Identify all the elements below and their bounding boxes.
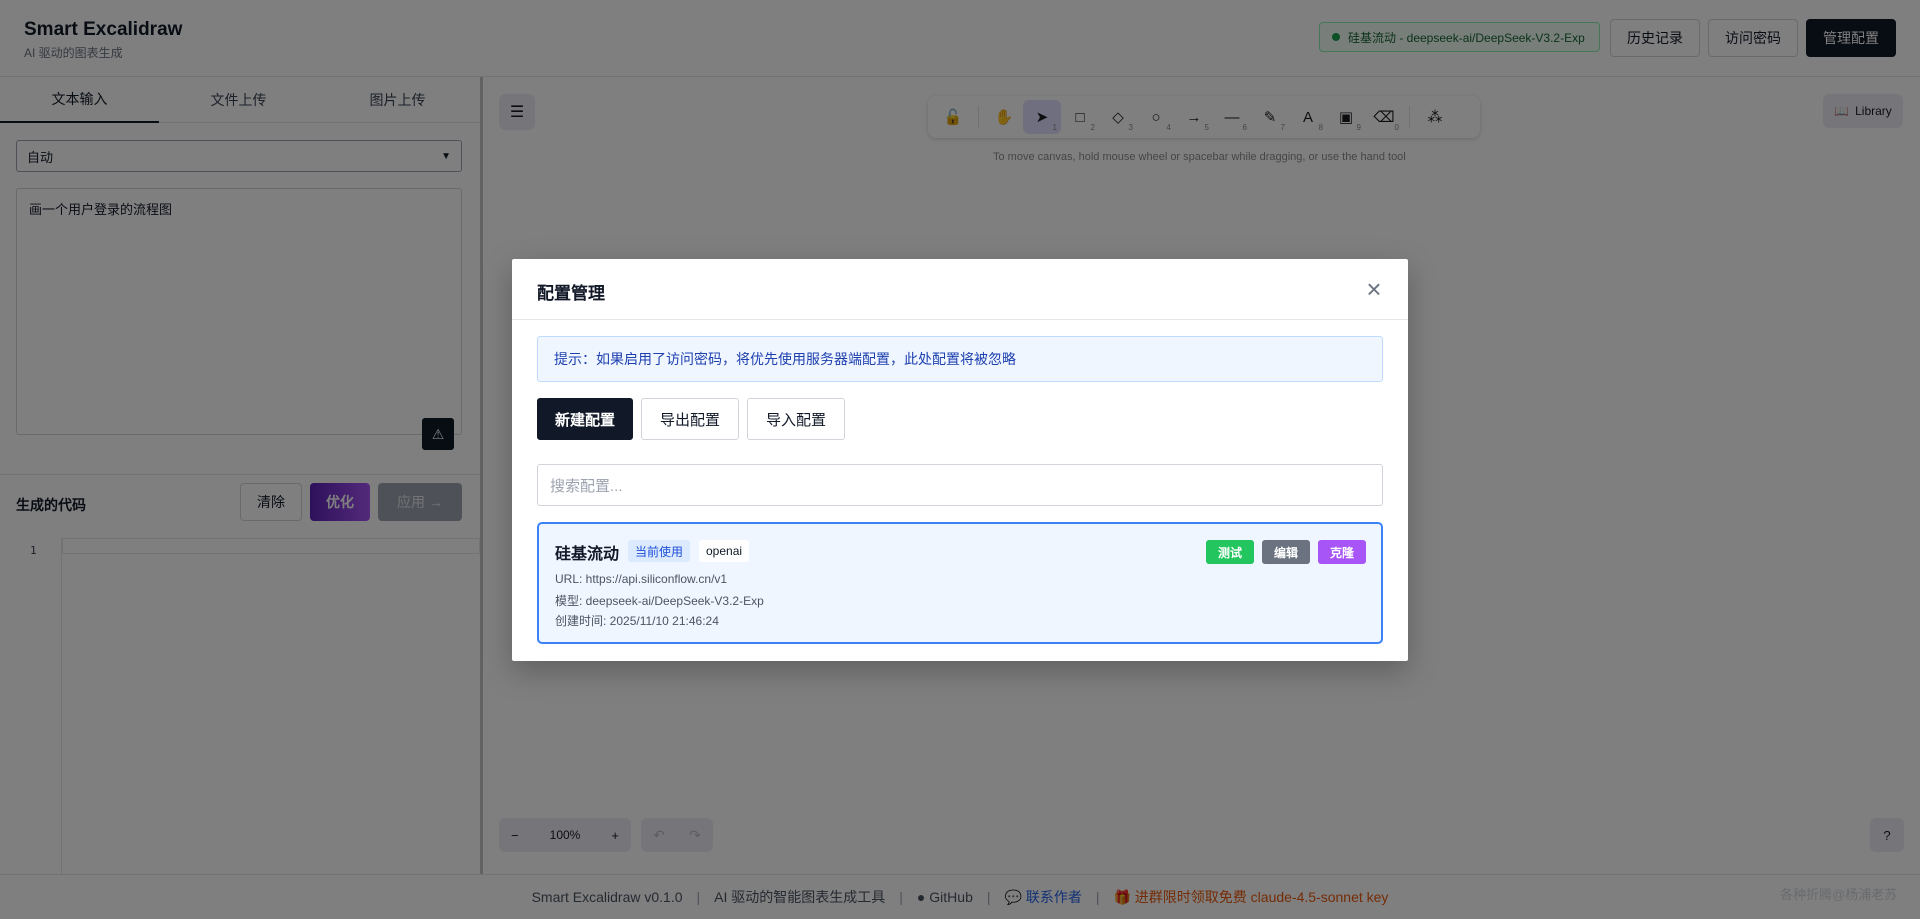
config-model: 模型: deepseek-ai/DeepSeek-V3.2-Exp xyxy=(555,594,764,608)
modal-header: 配置管理 × xyxy=(512,259,1408,320)
new-config-button[interactable]: 新建配置 xyxy=(537,398,633,440)
modal-title: 配置管理 xyxy=(537,284,605,303)
close-icon[interactable]: × xyxy=(1358,273,1390,305)
config-manager-modal: 配置管理 × 提示：如果启用了访问密码，将优先使用服务器端配置，此处配置将被忽略… xyxy=(512,259,1408,661)
config-card[interactable]: 硅基流动 当前使用 openai URL: https://api.silico… xyxy=(537,522,1383,644)
current-badge: 当前使用 xyxy=(628,540,691,562)
info-notice: 提示：如果启用了访问密码，将优先使用服务器端配置，此处配置将被忽略 xyxy=(537,336,1383,382)
clone-button[interactable]: 克隆 xyxy=(1318,540,1366,564)
test-button[interactable]: 测试 xyxy=(1206,540,1254,564)
config-search-input[interactable]: 搜索配置... xyxy=(537,464,1383,506)
provider-type-badge: openai xyxy=(699,540,750,562)
edit-button[interactable]: 编辑 xyxy=(1262,540,1310,564)
config-created-time: 创建时间: 2025/11/10 21:46:24 xyxy=(555,614,719,628)
export-config-button[interactable]: 导出配置 xyxy=(641,398,739,440)
config-name: 硅基流动 xyxy=(555,546,620,563)
import-config-button[interactable]: 导入配置 xyxy=(747,398,845,440)
config-url: URL: https://api.siliconflow.cn/v1 xyxy=(555,572,728,586)
